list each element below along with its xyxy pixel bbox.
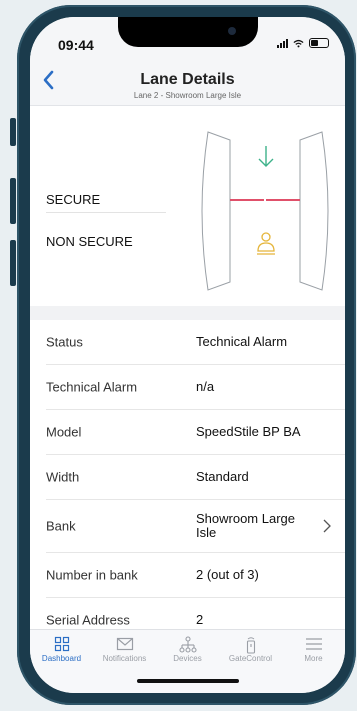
notch [118, 17, 258, 47]
down-arrow-icon [258, 146, 274, 167]
detail-row-technical-alarm: Technical Alarm n/a [46, 365, 345, 410]
home-indicator[interactable] [137, 679, 239, 683]
tab-dashboard[interactable]: Dashboard [30, 630, 93, 693]
status-icons [277, 38, 329, 48]
section-gap [30, 306, 345, 320]
tab-label: Notifications [102, 654, 147, 663]
grid-icon [54, 636, 69, 652]
tab-gatecontrol[interactable]: GateControl [219, 630, 282, 693]
phone-frame: 09:44 Lane Details Lane 2 - Showroom Lar… [17, 5, 356, 705]
details-list: Status Technical Alarm Technical Alarm n… [30, 320, 345, 643]
state-divider [46, 212, 166, 213]
side-button [10, 240, 16, 286]
tab-notifications[interactable]: Notifications [93, 630, 156, 693]
page-subtitle: Lane 2 - Showroom Large Isle [133, 91, 242, 100]
tab-label: Dashboard [41, 654, 82, 663]
detail-label: Status [46, 334, 83, 350]
right-pedestal [299, 131, 329, 291]
detail-row-width: Width Standard [46, 455, 345, 500]
state-secure-label: SECURE [46, 192, 101, 207]
detail-row-bank[interactable]: Bank Showroom Large Isle [46, 500, 345, 553]
detail-row-model: Model SpeedStile BP BA [46, 410, 345, 455]
remote-icon [246, 637, 255, 654]
signal-icon [277, 38, 288, 48]
tab-devices[interactable]: Devices [156, 630, 219, 693]
network-icon [178, 636, 197, 653]
detail-label: Number in bank [46, 567, 138, 583]
menu-icon [305, 638, 322, 650]
chevron-right-icon[interactable] [323, 519, 331, 533]
detail-value: Standard [196, 469, 249, 484]
side-button [10, 118, 16, 146]
detail-value: SpeedStile BP BA [196, 424, 301, 439]
detail-value: Technical Alarm [196, 334, 288, 349]
status-time: 09:44 [58, 37, 94, 53]
tab-bar: Dashboard Notifications Devices GateCont… [30, 629, 345, 693]
detail-row-number-in-bank: Number in bank 2 (out of 3) [46, 553, 345, 598]
detail-label: Width [46, 469, 80, 485]
screen: 09:44 Lane Details Lane 2 - Showroom Lar… [30, 17, 345, 693]
detail-label: Serial Address [46, 612, 130, 628]
detail-value: 2 [196, 612, 204, 627]
detail-row-status: Status Technical Alarm [46, 320, 345, 365]
detail-label: Technical Alarm [46, 379, 138, 395]
person-icon [257, 232, 275, 255]
detail-label: Bank [46, 518, 76, 534]
lane-visual-panel: SECURE NON SECURE [30, 106, 345, 306]
battery-icon [309, 38, 329, 48]
tab-label: More [304, 654, 323, 663]
envelope-icon [116, 637, 133, 651]
detail-value: n/a [196, 379, 215, 394]
detail-value: Showroom Large Isle [196, 511, 295, 540]
detail-value: 2 (out of 3) [196, 567, 259, 582]
tab-label: Devices [173, 654, 202, 663]
tab-more[interactable]: More [282, 630, 345, 693]
state-non-secure-label: NON SECURE [46, 234, 133, 249]
wifi-icon [293, 39, 304, 47]
left-pedestal [201, 131, 231, 291]
detail-label: Model [46, 424, 82, 440]
lane-diagram [201, 131, 329, 291]
page-title: Lane Details [140, 71, 235, 88]
side-button [10, 178, 16, 224]
nav-bar: Lane Details Lane 2 - Showroom Large Isl… [30, 57, 345, 106]
tab-label: GateControl [228, 654, 273, 663]
